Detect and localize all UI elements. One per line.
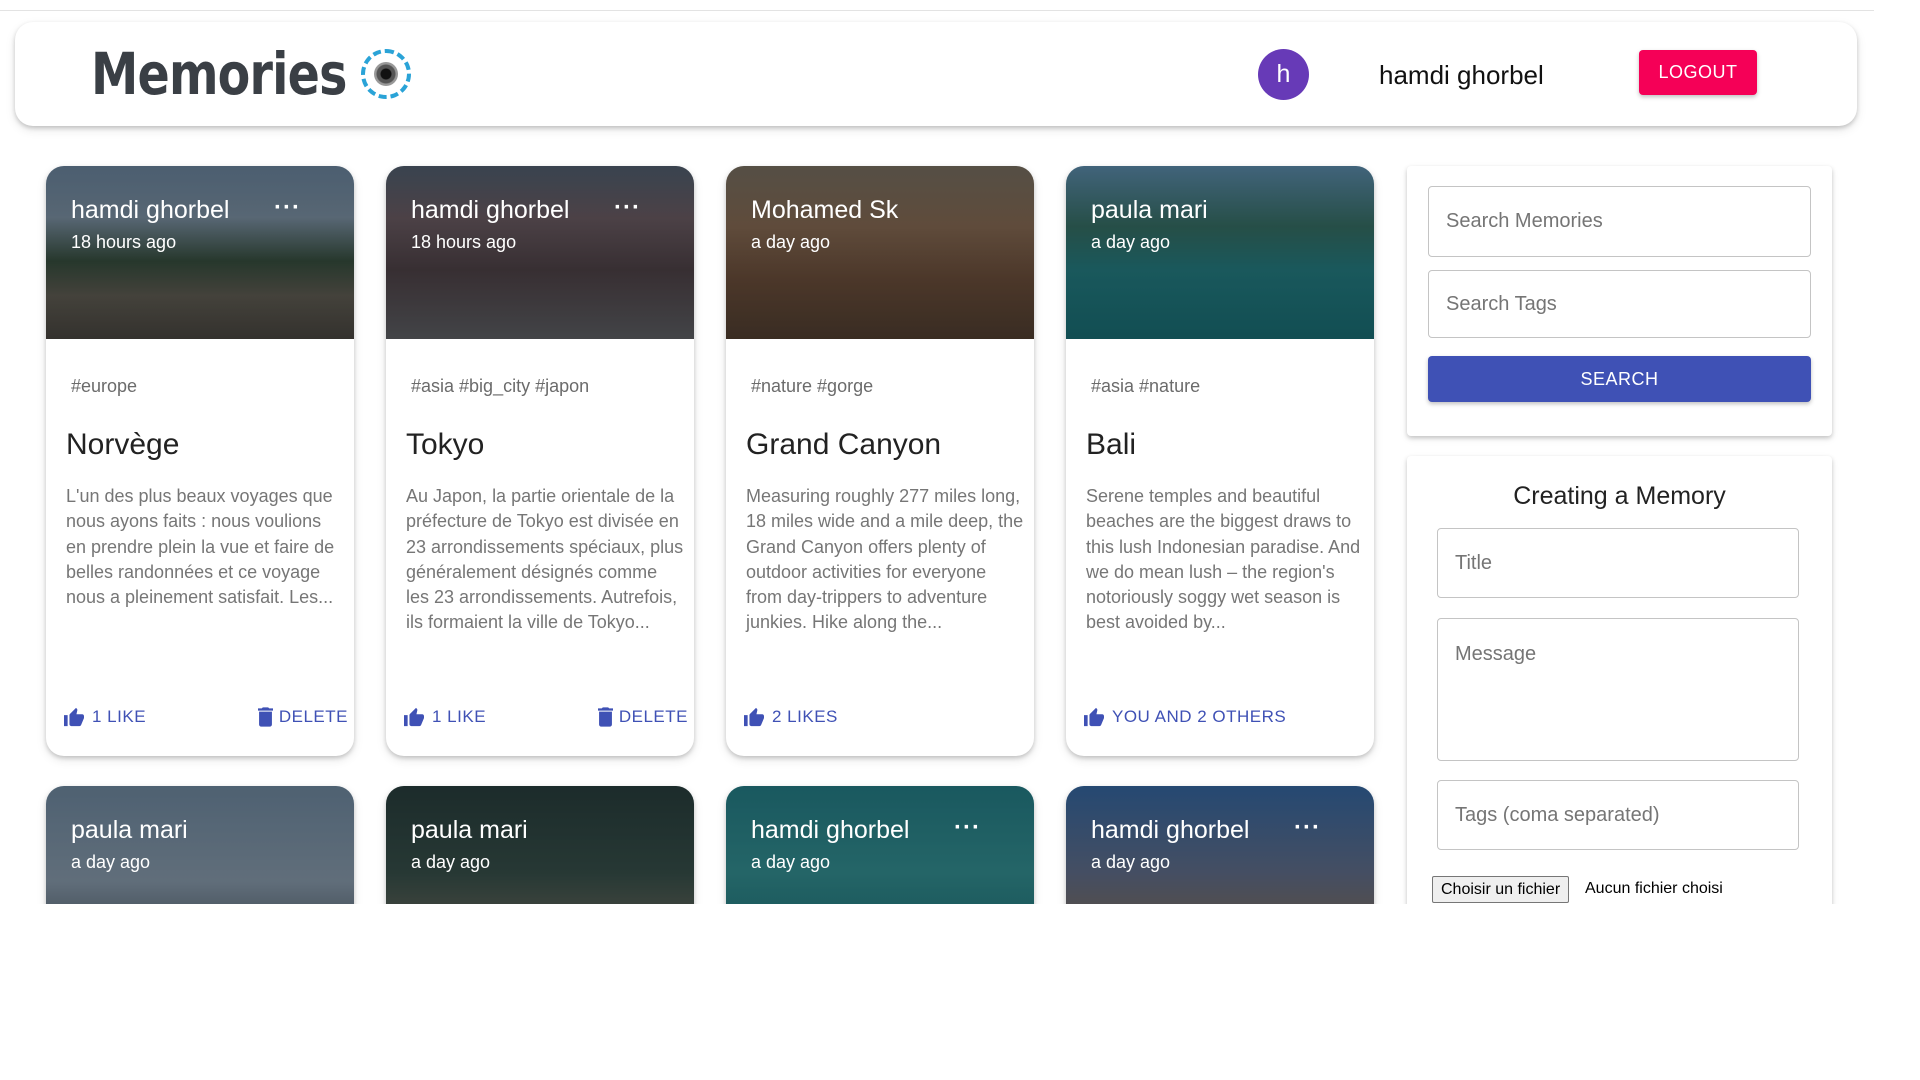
post-image: paula mari a day ago: [386, 786, 694, 904]
post-time: a day ago: [751, 232, 831, 252]
image-overlay: [726, 786, 1034, 904]
post-time: a day ago: [71, 852, 151, 872]
post-author: paula mari: [1091, 196, 1208, 224]
like-button[interactable]: 1 LIKE: [403, 707, 486, 727]
post-author: hamdi ghorbel: [751, 816, 910, 844]
post-card: hamdi ghorbel a day ago ···: [1066, 786, 1374, 904]
post-card: paula mari a day ago #asia #nature Bali …: [1066, 166, 1374, 756]
post-card: hamdi ghorbel 18 hours ago ··· #europe N…: [46, 166, 354, 756]
content-viewport: hamdi ghorbel 18 hours ago ··· #europe N…: [0, 0, 1920, 904]
post-author: hamdi ghorbel: [1091, 816, 1250, 844]
image-overlay: [386, 786, 694, 904]
post-tags: #europe: [71, 376, 138, 396]
post-time: 18 hours ago: [71, 232, 177, 252]
trash-icon: [257, 707, 273, 727]
post-author: paula mari: [71, 816, 188, 844]
post-image: Mohamed Sk a day ago: [726, 166, 1034, 339]
more-horiz-icon[interactable]: ···: [954, 814, 981, 842]
post-card: paula mari a day ago: [46, 786, 354, 904]
form-title: Creating a Memory: [1513, 482, 1726, 510]
post-card: paula mari a day ago: [386, 786, 694, 904]
post-card: hamdi ghorbel a day ago ···: [726, 786, 1034, 904]
message-field[interactable]: Message: [1437, 618, 1799, 761]
search-panel: Search Memories Search Tags SEARCH: [1407, 166, 1832, 436]
post-author: Mohamed Sk: [751, 196, 899, 224]
post-image: paula mari a day ago: [1066, 166, 1374, 339]
like-count: YOU AND 2 OTHERS: [1112, 707, 1287, 726]
post-message: Serene temples and beautiful beaches are…: [1086, 486, 1361, 633]
app-root: Memories h hamdi ghorbel LOGOUT hamdi gh…: [0, 0, 1920, 1080]
thumb-up-icon: [744, 707, 764, 727]
post-image: hamdi ghorbel a day ago ···: [726, 786, 1034, 904]
post-time: a day ago: [1091, 852, 1171, 872]
title-field[interactable]: Title: [1437, 528, 1799, 598]
post-tags: #nature #gorge: [751, 376, 874, 396]
thumb-up-icon: [404, 707, 424, 727]
like-count: 1 LIKE: [92, 707, 147, 726]
delete-label: DELETE: [618, 707, 688, 726]
file-status: Aucun fichier choisi: [1585, 880, 1723, 897]
post-message: L'un des plus beaux voyages que nous ayo…: [66, 486, 335, 608]
post-time: a day ago: [1091, 232, 1171, 252]
image-overlay: [46, 786, 354, 904]
delete-label: DELETE: [278, 707, 348, 726]
post-card: Mohamed Sk a day ago #nature #gorge Gran…: [726, 166, 1034, 756]
post-message: Measuring roughly 277 miles long, 18 mil…: [746, 486, 1024, 633]
delete-button[interactable]: DELETE: [257, 707, 348, 727]
delete-button[interactable]: DELETE: [597, 707, 688, 727]
post-image: hamdi ghorbel a day ago ···: [1066, 786, 1374, 904]
like-count: 2 LIKES: [772, 707, 838, 726]
more-horiz-icon[interactable]: ···: [614, 194, 641, 222]
post-message: Au Japon, la partie orientale de la préf…: [406, 486, 684, 633]
post-time: a day ago: [411, 852, 491, 872]
search-tags-input[interactable]: Search Tags: [1428, 270, 1811, 338]
post-time: 18 hours ago: [411, 232, 517, 252]
thumb-up-icon: [64, 707, 84, 727]
post-time: a day ago: [751, 852, 831, 872]
trash-icon: [597, 707, 613, 727]
search-memories-input[interactable]: Search Memories: [1428, 186, 1811, 257]
post-title: Tokyo: [406, 428, 485, 461]
choose-file-button[interactable]: Choisir un fichier: [1432, 876, 1570, 903]
more-horiz-icon[interactable]: ···: [1294, 814, 1321, 842]
post-title: Grand Canyon: [746, 428, 942, 461]
post-tags: #asia #big_city #japon: [411, 376, 590, 396]
post-author: paula mari: [411, 816, 528, 844]
image-overlay: [1066, 786, 1374, 904]
tags-field[interactable]: Tags (coma separated): [1437, 780, 1799, 850]
like-button[interactable]: 1 LIKE: [63, 707, 146, 727]
post-card: hamdi ghorbel 18 hours ago ··· #asia #bi…: [386, 166, 694, 756]
post-title: Norvège: [66, 428, 180, 461]
search-button[interactable]: SEARCH: [1428, 356, 1811, 402]
post-image: hamdi ghorbel 18 hours ago ···: [386, 166, 694, 339]
post-tags: #asia #nature: [1091, 376, 1201, 396]
post-image: hamdi ghorbel 18 hours ago ···: [46, 166, 354, 339]
post-author: hamdi ghorbel: [71, 196, 230, 224]
post-title: Bali: [1086, 428, 1137, 461]
post-image: paula mari a day ago: [46, 786, 354, 904]
more-horiz-icon[interactable]: ···: [274, 194, 301, 222]
create-memory-form: Creating a Memory Title Message Tags (co…: [1407, 456, 1832, 904]
thumb-up-icon: [1084, 707, 1104, 727]
like-button[interactable]: 2 LIKES: [743, 707, 838, 727]
like-button[interactable]: YOU AND 2 OTHERS: [1083, 707, 1286, 727]
like-count: 1 LIKE: [432, 707, 487, 726]
post-author: hamdi ghorbel: [411, 196, 570, 224]
